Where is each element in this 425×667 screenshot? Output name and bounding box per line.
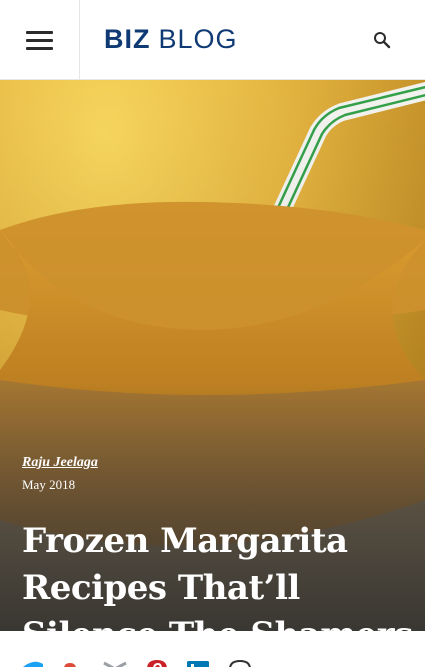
comment-icon[interactable] <box>228 659 252 667</box>
hero-image[interactable]: Raju Jeelaga May 2018 Frozen Margarita R… <box>0 80 425 631</box>
site-header: BIZ BLOG <box>0 0 425 80</box>
publish-date: May 2018 <box>22 477 76 492</box>
author-link[interactable]: Raju Jeelaga <box>22 455 98 471</box>
share-bar <box>0 631 425 667</box>
hamburger-menu-icon <box>26 30 53 50</box>
email-icon[interactable] <box>103 659 127 667</box>
menu-button[interactable] <box>0 0 80 80</box>
pinterest-icon[interactable] <box>146 659 168 667</box>
byline: Raju Jeelaga May 2018 <box>22 455 98 493</box>
site-logo[interactable]: BIZ BLOG <box>104 24 238 56</box>
linkedin-icon[interactable] <box>186 659 210 667</box>
twitter-icon[interactable] <box>22 659 44 667</box>
google-plus-icon[interactable] <box>62 659 78 667</box>
logo-bold-text: BIZ <box>104 24 151 54</box>
article-title: Frozen Margarita Recipes That’ll Silence… <box>22 521 413 631</box>
search-button[interactable] <box>368 26 396 54</box>
search-icon <box>374 32 391 49</box>
logo-light-text: BLOG <box>158 24 238 54</box>
